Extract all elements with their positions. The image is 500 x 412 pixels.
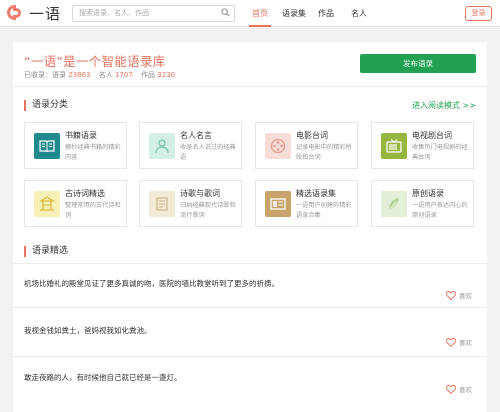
like-button[interactable]: 喜欢: [446, 290, 472, 300]
top-header: 一语 搜索语录、名人、作品 首页 语录集 作品 名人 登录: [0, 0, 500, 27]
category-card-collections[interactable]: 精选语录集 一语用户创建的精彩语录合集: [255, 180, 358, 227]
divider: [13, 307, 487, 308]
category-name: 电视剧台词: [412, 131, 452, 140]
tv-icon: [381, 133, 407, 159]
logo-text: 一语: [29, 4, 62, 23]
search-icon[interactable]: [221, 8, 230, 17]
category-desc: 整理常用的古代诗和词: [65, 202, 121, 219]
people-label: 名人: [98, 71, 113, 79]
works-count: 3230: [157, 71, 176, 79]
folder-icon: [265, 191, 291, 217]
category-name: 名人名言: [180, 131, 212, 140]
category-name: 书籍语录: [65, 131, 97, 140]
stats-line: 已收录：语录 23863 名人 1707 作品 3230: [24, 70, 175, 80]
quote-text[interactable]: 我视金钱如粪土，爸妈视我如化粪池。: [24, 325, 152, 336]
like-button[interactable]: 喜欢: [446, 337, 472, 347]
category-card-famous[interactable]: 名人名言 收录名人说过的经典语: [139, 122, 242, 169]
like-label: 喜欢: [459, 339, 472, 347]
site-logo[interactable]: 一语: [7, 4, 62, 23]
film-icon: [265, 133, 291, 159]
like-button[interactable]: 喜欢: [446, 384, 472, 394]
category-name: 精选语录集: [296, 189, 336, 198]
feather-icon: [381, 191, 407, 217]
heart-icon: [446, 384, 456, 394]
login-button[interactable]: 登录: [465, 6, 492, 21]
works-label: 作品: [141, 71, 156, 79]
pavilion-icon: [34, 191, 60, 217]
logo-mark-icon: [7, 4, 27, 22]
category-name: 古诗词精选: [65, 189, 105, 198]
heart-icon: [446, 337, 456, 347]
category-card-movies[interactable]: 电影台词 记录电影中的精彩桥段和台词: [255, 122, 358, 169]
category-desc: 归纳经典现代诗歌和流行歌词: [180, 202, 236, 219]
category-card-poetry[interactable]: 古诗词精选 整理常用的古代诗和词: [24, 180, 127, 227]
category-desc: 收录名人说过的经典语: [180, 144, 236, 161]
search-input[interactable]: 搜索语录、名人、作品: [72, 5, 235, 22]
divider: [13, 86, 487, 87]
nav-people[interactable]: 名人: [351, 0, 367, 27]
like-label: 喜欢: [459, 386, 472, 394]
section-title-categories: 语录分类: [24, 100, 68, 111]
category-desc: 摘抄经典书籍的精彩内容: [65, 144, 121, 161]
nav-home[interactable]: 首页: [249, 0, 271, 27]
category-card-lyrics[interactable]: 诗歌与歌词 归纳经典现代诗歌和流行歌词: [139, 180, 242, 227]
divider: [13, 356, 487, 357]
reading-mode-link[interactable]: 进入阅读模式 >>: [412, 100, 476, 111]
divider: [13, 263, 487, 264]
page-title: “一语”是一个智能语录库: [24, 54, 166, 69]
category-card-original[interactable]: 原创语录 一语用户表达内心的原创语录: [371, 180, 474, 227]
person-icon: [149, 133, 175, 159]
nav-collections[interactable]: 语录集: [282, 0, 306, 27]
heart-icon: [446, 290, 456, 300]
scroll-icon: [149, 191, 175, 217]
category-desc: 一语用户创建的精彩语录合集: [296, 202, 352, 219]
publish-quote-button[interactable]: 发布语录: [360, 54, 476, 73]
category-name: 诗歌与歌词: [180, 189, 220, 198]
category-desc: 记录电影中的精彩桥段和台词: [296, 144, 352, 161]
quotes-count: 23863: [68, 71, 91, 79]
people-count: 1707: [114, 71, 133, 79]
category-name: 原创语录: [412, 189, 444, 198]
category-desc: 收集热门电视剧的经典台词: [412, 144, 468, 161]
nav-works[interactable]: 作品: [318, 0, 334, 27]
category-name: 电影台词: [296, 131, 328, 140]
book-icon: [34, 133, 60, 159]
category-card-tv[interactable]: 电视剧台词 收集热门电视剧的经典台词: [371, 122, 474, 169]
category-desc: 一语用户表达内心的原创语录: [412, 202, 468, 219]
quote-text[interactable]: 敢走夜路的人，有时候他自己就已经是一盏灯。: [24, 372, 182, 383]
section-title-quotes: 语录精选: [24, 246, 68, 257]
category-card-books[interactable]: 书籍语录 摘抄经典书籍的精彩内容: [24, 122, 127, 169]
stats-prefix: 已收录：语录: [24, 71, 66, 79]
quote-text[interactable]: 机场比婚礼的殿堂见证了更多真诚的吻，医院的墙比教堂听到了更多的祈祷。: [24, 278, 279, 289]
main-panel: “一语”是一个智能语录库 已收录：语录 23863 名人 1707 作品 323…: [13, 42, 487, 412]
like-label: 喜欢: [459, 292, 472, 300]
